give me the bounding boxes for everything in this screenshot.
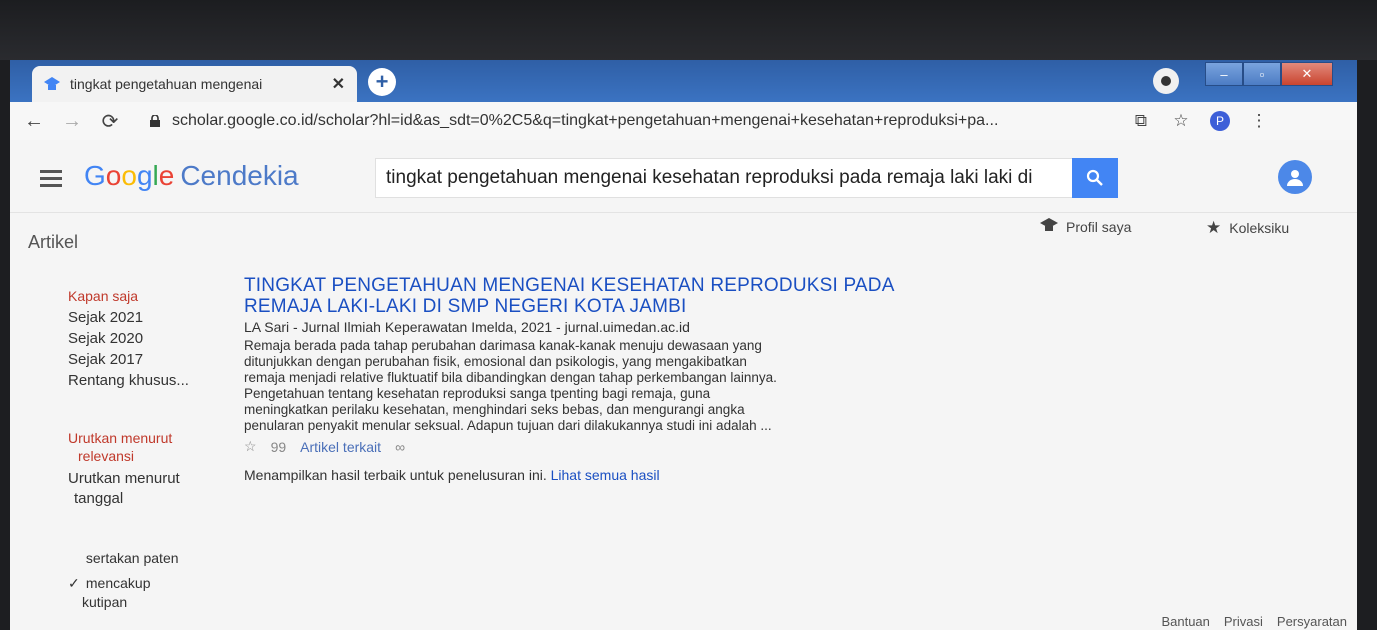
filter-sidebar: Kapan saja Sejak 2021 Sejak 2020 Sejak 2… [68, 286, 228, 612]
monitor-bezel-left [0, 60, 10, 630]
maximize-button[interactable]: ▫ [1243, 62, 1281, 86]
filter-custom-range[interactable]: Rentang khusus... [68, 370, 228, 391]
address-bar[interactable]: scholar.google.co.id/scholar?hl=id&as_sd… [172, 112, 1112, 130]
forward-arrow-icon[interactable]: → [58, 110, 86, 133]
monitor-bezel-top [0, 0, 1377, 60]
sort-relevance-line: relevansi [78, 448, 135, 464]
logo-letter: o [121, 160, 137, 191]
save-star-icon[interactable]: ☆ [244, 438, 257, 455]
logo-letter: o [105, 160, 122, 191]
graduation-cap-icon [1040, 218, 1058, 235]
filter-since-2017[interactable]: Sejak 2017 [68, 349, 228, 370]
page-footer: Bantuan Privasi Persyaratan [1161, 614, 1347, 629]
footer-help-link[interactable]: Bantuan [1161, 614, 1209, 629]
browser-window: tingkat pengetahuan mengenai ✕ + – ▫ ✕ ←… [10, 60, 1357, 630]
section-label: Artikel [28, 232, 79, 252]
star-icon: ★ [1206, 218, 1222, 237]
my-profile-link[interactable]: Profil saya [1040, 218, 1131, 235]
logo-letter: e [158, 160, 175, 191]
related-articles-link[interactable]: Artikel terkait [300, 439, 381, 455]
snippet-line: Pengetahuan tentang kesehatan reproduksi… [244, 386, 711, 401]
search-input[interactable]: tingkat pengetahuan mengenai kesehatan r… [375, 158, 1075, 198]
sort-date-line: Urutkan menurut [68, 470, 180, 487]
result-actions: ☆ 99 Artikel terkait ∞ [244, 438, 1024, 455]
include-citations-checkbox[interactable]: ✓ mencakup kutipan [68, 574, 228, 612]
filter-since-2021[interactable]: Sejak 2021 [68, 307, 228, 328]
include-citations-label: kutipan [82, 594, 128, 610]
cite-quote-icon[interactable]: 99 [271, 439, 287, 455]
my-library-link[interactable]: ★ Koleksiku [1206, 218, 1289, 238]
checkmark-icon: ✓ [68, 575, 80, 591]
new-tab-button[interactable]: + [368, 68, 396, 96]
translate-icon[interactable]: ⧉ [1130, 111, 1152, 131]
snippet-line: penularan penyakit menular seksual. Adap… [244, 418, 772, 433]
account-avatar[interactable] [1278, 160, 1312, 194]
browser-tab[interactable]: tingkat pengetahuan mengenai ✕ [32, 66, 357, 102]
search-result: TINGKAT PENGETAHUAN MENGENAI KESEHATAN R… [244, 275, 1024, 483]
footer-privacy-link[interactable]: Privasi [1224, 614, 1263, 629]
results-summary: Menampilkan hasil terbaik untuk penelusu… [244, 467, 1024, 483]
include-patents-checkbox[interactable]: sertakan paten [68, 549, 228, 568]
address-toolbar: ← → ⟳ scholar.google.co.id/scholar?hl=id… [10, 102, 1357, 141]
all-versions-icon[interactable]: ∞ [395, 439, 405, 455]
minimize-button[interactable]: – [1205, 62, 1243, 86]
window-controls: – ▫ ✕ [1205, 62, 1333, 86]
google-scholar-logo[interactable]: Google Cendekia [84, 160, 299, 192]
result-meta: LA Sari - Jurnal Ilmiah Keperawatan Imel… [244, 319, 690, 335]
snippet-line: meningkatkan perilaku kesehatan, menghin… [244, 402, 745, 417]
filter-any-time[interactable]: Kapan saja [68, 286, 228, 307]
footer-terms-link[interactable]: Persyaratan [1277, 614, 1347, 629]
snippet-line: remaja menjadi relative fluktuatif bila … [244, 370, 777, 385]
logo-letter: g [136, 160, 153, 191]
tab-strip: tingkat pengetahuan mengenai ✕ + – ▫ ✕ [10, 60, 1357, 102]
search-button[interactable] [1072, 158, 1118, 198]
tab-title: tingkat pengetahuan mengenai [70, 76, 263, 92]
results-summary-text: Menampilkan hasil terbaik untuk penelusu… [244, 467, 547, 483]
profile-switcher-icon[interactable] [1153, 68, 1179, 94]
search-query-text: tingkat pengetahuan mengenai kesehatan r… [386, 167, 1033, 188]
result-title-line: TINGKAT PENGETAHUAN MENGENAI KESEHATAN R… [244, 275, 895, 296]
back-arrow-icon[interactable]: ← [20, 110, 48, 133]
kebab-menu-icon[interactable]: ⋮ [1248, 111, 1270, 131]
tab-close-icon[interactable]: ✕ [332, 74, 345, 94]
close-window-button[interactable]: ✕ [1281, 62, 1333, 86]
result-snippet: Remaja berada pada tahap perubahan darim… [244, 338, 964, 434]
scholar-favicon-icon [44, 76, 60, 92]
see-all-results-link[interactable]: Lihat semua hasil [551, 467, 660, 483]
snippet-line: ditunjukkan dengan perubahan fisik, emos… [244, 354, 747, 369]
result-title-link[interactable]: TINGKAT PENGETAHUAN MENGENAI KESEHATAN R… [244, 275, 1024, 317]
sort-by-relevance[interactable]: Urutkan menurut relevansi [68, 429, 228, 465]
scholar-header: Google Cendekia tingkat pengetahuan menge… [10, 140, 1357, 213]
my-library-label: Koleksiku [1229, 220, 1290, 236]
scholar-page: Google Cendekia tingkat pengetahuan menge… [10, 140, 1357, 630]
include-patents-label: sertakan paten [85, 550, 179, 566]
sort-by-date[interactable]: Urutkan menurut tanggal [68, 469, 228, 509]
hamburger-menu-icon[interactable] [40, 170, 62, 191]
person-icon [1287, 170, 1303, 186]
my-profile-label: Profil saya [1066, 218, 1132, 235]
snippet-line: Remaja berada pada tahap perubahan darim… [244, 338, 762, 353]
logo-letter: G [84, 160, 106, 191]
include-citations-label: mencakup [85, 575, 151, 591]
monitor-bezel-right [1357, 60, 1377, 630]
filter-since-2020[interactable]: Sejak 2020 [68, 328, 228, 349]
chrome-profile-avatar[interactable]: P [1210, 111, 1230, 131]
search-icon [1086, 169, 1103, 186]
logo-suffix: Cendekia [180, 160, 299, 191]
bookmark-star-icon[interactable]: ☆ [1170, 111, 1192, 131]
sort-date-line: tanggal [74, 490, 124, 507]
reload-icon[interactable]: ⟳ [96, 109, 124, 134]
sort-relevance-line: Urutkan menurut [68, 430, 173, 446]
lock-icon [150, 115, 160, 127]
result-title-line: REMAJA LAKI-LAKI DI SMP NEGERI KOTA JAMB… [244, 296, 687, 317]
